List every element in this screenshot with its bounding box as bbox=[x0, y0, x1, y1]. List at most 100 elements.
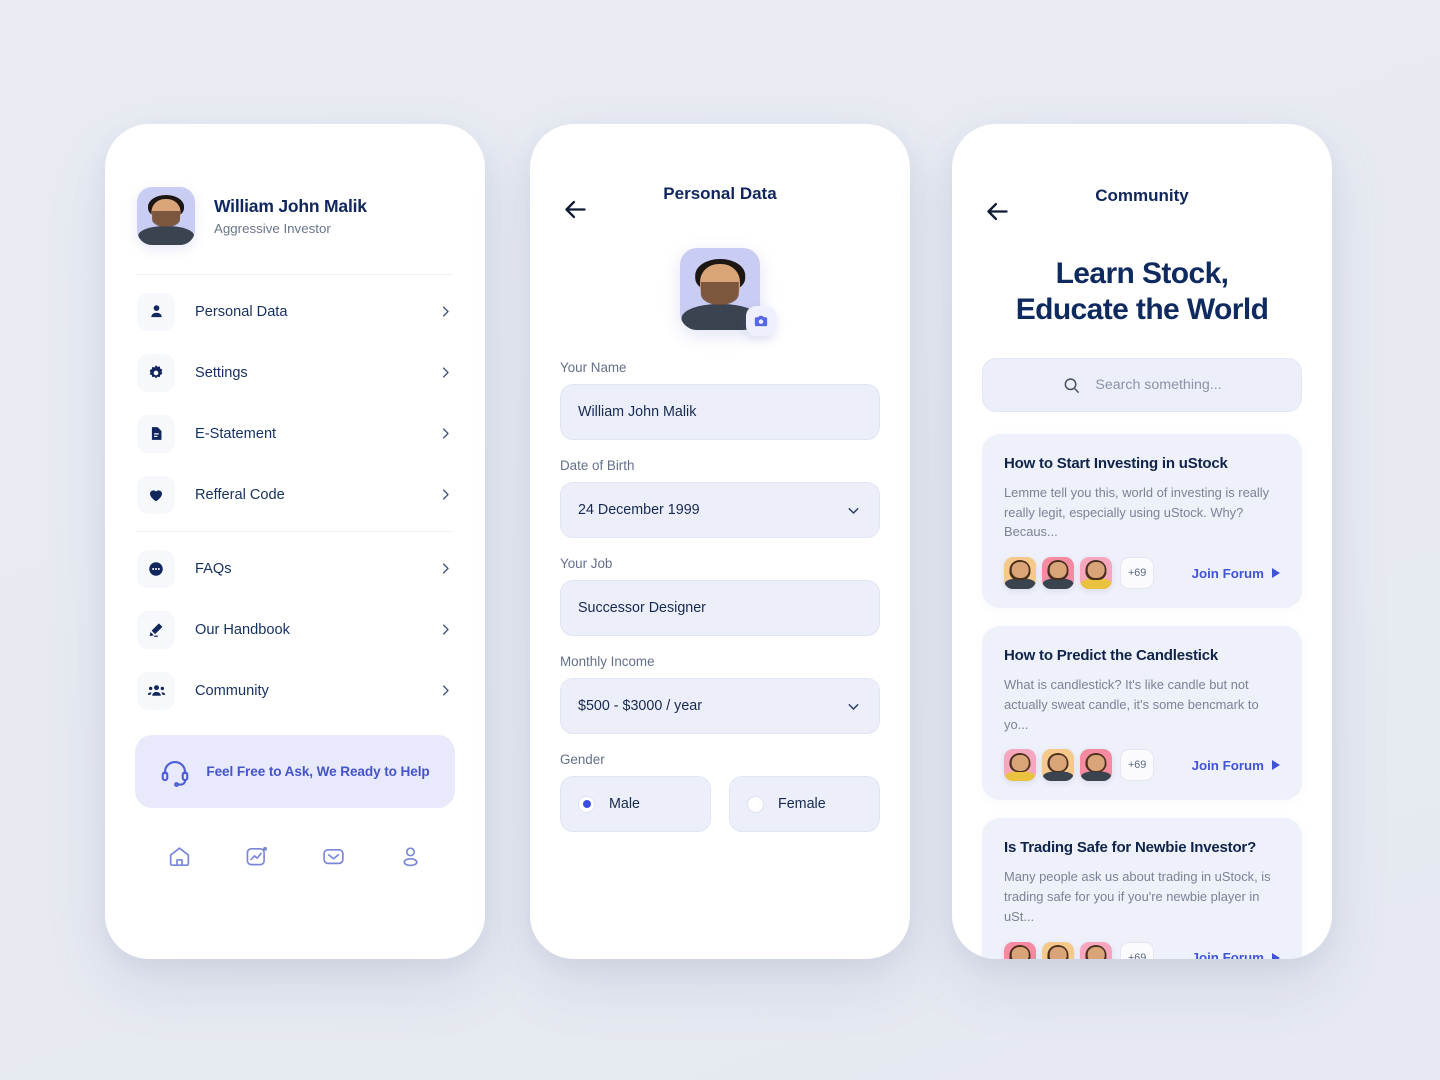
search-icon bbox=[1062, 376, 1081, 395]
help-banner[interactable]: Feel Free to Ask, We Ready to Help bbox=[135, 735, 455, 808]
sidebar-item-our-handbook[interactable]: Our Handbook bbox=[135, 599, 455, 660]
search-placeholder: Search something... bbox=[1095, 377, 1222, 393]
chevron-right-icon bbox=[438, 426, 453, 441]
camera-icon[interactable] bbox=[746, 306, 776, 336]
join-forum-label: Join Forum bbox=[1191, 757, 1264, 773]
field-value: William John Malik bbox=[578, 404, 697, 420]
monthly-income-select[interactable]: $500 - $3000 / year bbox=[560, 678, 880, 734]
gender-option-male[interactable]: Male bbox=[560, 776, 711, 832]
avatar bbox=[1080, 557, 1112, 590]
avatar bbox=[1080, 941, 1112, 959]
chevron-right-icon bbox=[438, 365, 453, 380]
forum-card[interactable]: How to Start Investing in uStock Lemme t… bbox=[982, 434, 1302, 609]
community-header: Community bbox=[952, 124, 1332, 236]
join-forum-button[interactable]: Join Forum bbox=[1192, 566, 1280, 581]
people-icon bbox=[137, 671, 175, 710]
chevron-down-icon bbox=[845, 698, 862, 715]
field-value: $500 - $3000 / year bbox=[578, 698, 702, 714]
forum-card-description: Lemme tell you this, world of investing … bbox=[1004, 485, 1270, 540]
dots-circle-icon bbox=[137, 549, 175, 588]
avatar-overflow-count: +69 bbox=[1120, 557, 1155, 590]
field-label: Your Job bbox=[560, 556, 613, 571]
forum-card-title: Is Trading Safe for Newbie Investor? bbox=[1004, 839, 1257, 857]
field-label: Your Name bbox=[560, 360, 627, 375]
phone-screen-community: Community Learn Stock, Educate the World… bbox=[952, 124, 1332, 959]
sidebar-item-personal-data[interactable]: Personal Data bbox=[135, 281, 455, 342]
avatar bbox=[137, 187, 195, 245]
personal-data-form: Your Name William John Malik Date of Bir… bbox=[530, 330, 910, 832]
sidebar-item-label: E-Statement bbox=[195, 425, 277, 442]
forum-card-list: How to Start Investing in uStock Lemme t… bbox=[952, 412, 1332, 959]
forum-card[interactable]: Is Trading Safe for Newbie Investor? Man… bbox=[982, 818, 1302, 959]
mail-icon[interactable] bbox=[312, 834, 356, 878]
document-icon bbox=[137, 414, 175, 453]
job-input[interactable]: Successor Designer bbox=[560, 580, 880, 636]
sidebar-item-community[interactable]: Community bbox=[135, 660, 455, 721]
date-of-birth-select[interactable]: 24 December 1999 bbox=[560, 482, 880, 538]
gender-label: Male bbox=[609, 796, 640, 812]
phone-screen-personal-data: Personal Data Your Name William John Mal… bbox=[530, 124, 910, 959]
profile-icon[interactable] bbox=[389, 834, 433, 878]
play-triangle-icon bbox=[1272, 952, 1280, 959]
gear-icon bbox=[137, 353, 175, 392]
sidebar-item-label: Our Handbook bbox=[195, 621, 290, 638]
field-value: Successor Designer bbox=[578, 600, 706, 616]
avatar bbox=[1080, 749, 1112, 782]
field-value: 24 December 1999 bbox=[578, 502, 700, 518]
page-title: William John Malik bbox=[214, 196, 367, 216]
forum-card[interactable]: How to Predict the Candlestick What is c… bbox=[982, 626, 1302, 801]
field-date-of-birth: Date of Birth 24 December 1999 bbox=[560, 458, 880, 538]
profile-menu: Personal Data Settings E-Statement Reffe… bbox=[105, 275, 485, 721]
avatar bbox=[1004, 557, 1036, 590]
chevron-right-icon bbox=[438, 487, 453, 502]
avatar bbox=[1042, 557, 1074, 590]
play-triangle-icon bbox=[1272, 760, 1280, 771]
sidebar-item-refferal-code[interactable]: Refferal Code bbox=[135, 464, 455, 525]
sidebar-item-label: FAQs bbox=[195, 560, 232, 577]
forum-card-title: How to Start Investing in uStock bbox=[1004, 455, 1228, 472]
sidebar-item-label: Refferal Code bbox=[195, 486, 285, 503]
name-input[interactable]: William John Malik bbox=[560, 384, 880, 440]
forum-card-title: How to Predict the Candlestick bbox=[1004, 647, 1219, 665]
help-banner-label: Feel Free to Ask, We Ready to Help bbox=[206, 764, 430, 779]
search-input[interactable]: Search something... bbox=[982, 358, 1302, 412]
join-forum-button[interactable]: Join Forum bbox=[1192, 950, 1280, 959]
gender-option-female[interactable]: Female bbox=[729, 776, 880, 832]
avatar bbox=[1042, 749, 1074, 782]
divider bbox=[137, 531, 453, 532]
field-label: Gender bbox=[560, 752, 605, 767]
arrow-left-icon[interactable] bbox=[562, 196, 589, 223]
pencil-icon bbox=[137, 610, 175, 649]
arrow-left-icon[interactable] bbox=[984, 198, 1011, 225]
chevron-right-icon bbox=[438, 622, 453, 637]
forum-card-description: Many people ask us about trading in uSto… bbox=[1004, 869, 1271, 924]
hero-line-2: Educate the World bbox=[1015, 293, 1269, 326]
avatar bbox=[1004, 941, 1036, 959]
sidebar-item-settings[interactable]: Settings bbox=[135, 342, 455, 403]
hero-heading: Learn Stock, Educate the World bbox=[952, 256, 1332, 328]
headset-icon bbox=[160, 757, 190, 787]
heart-icon bbox=[137, 475, 175, 514]
chevron-right-icon bbox=[438, 304, 453, 319]
avatar bbox=[1004, 749, 1036, 782]
bottom-tabbar bbox=[105, 808, 485, 878]
sidebar-item-faqs[interactable]: FAQs bbox=[135, 538, 455, 599]
chart-icon[interactable] bbox=[235, 834, 279, 878]
photo-uploader bbox=[530, 248, 910, 336]
home-icon[interactable] bbox=[158, 834, 202, 878]
person-icon bbox=[137, 292, 175, 331]
field-label: Date of Birth bbox=[560, 458, 635, 473]
sidebar-item-label: Personal Data bbox=[195, 303, 288, 320]
chevron-right-icon bbox=[438, 683, 453, 698]
radio-icon bbox=[578, 795, 595, 813]
gender-label: Female bbox=[778, 796, 826, 812]
join-forum-label: Join Forum bbox=[1191, 950, 1264, 959]
screenshot-stage: William John Malik Aggressive Investor P… bbox=[0, 0, 1440, 1080]
sidebar-item-label: Community bbox=[195, 682, 269, 699]
sidebar-item-e-statement[interactable]: E-Statement bbox=[135, 403, 455, 464]
play-triangle-icon bbox=[1272, 568, 1280, 579]
join-forum-button[interactable]: Join Forum bbox=[1192, 758, 1280, 773]
avatar-overflow-count: +69 bbox=[1120, 749, 1155, 782]
chevron-right-icon bbox=[438, 561, 453, 576]
avatar bbox=[1042, 941, 1074, 959]
